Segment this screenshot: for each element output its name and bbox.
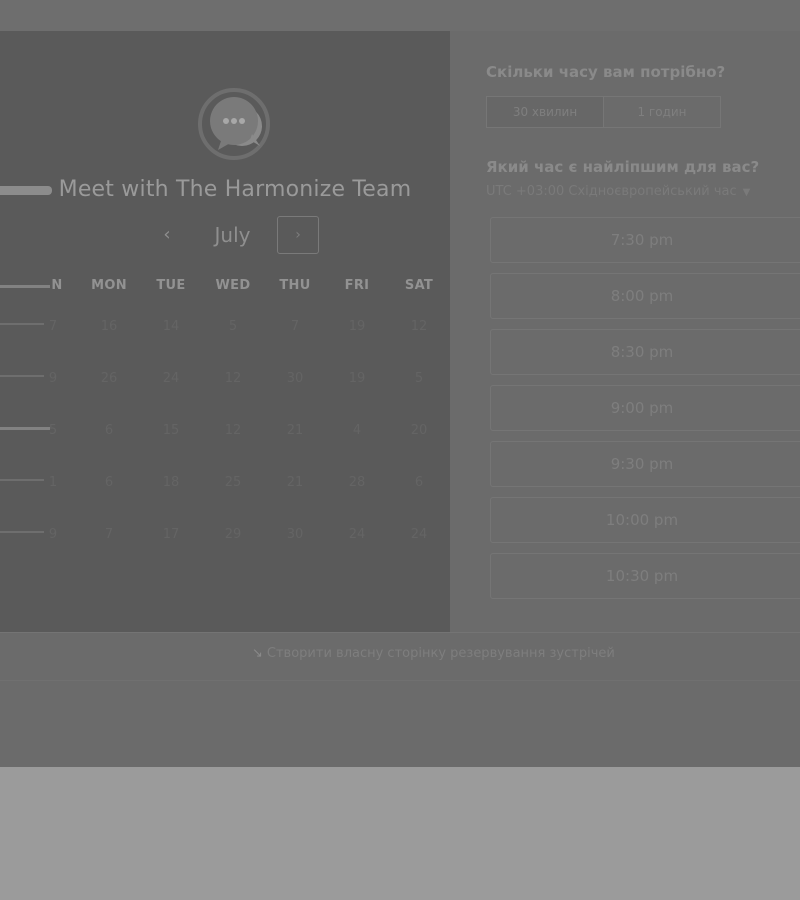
calendar-day[interactable]: 20 [389,405,449,457]
calendar-day[interactable]: 5 [389,353,449,405]
create-booking-page-link[interactable]: ↘ Створити власну сторінку резервування з… [252,646,615,661]
chevron-right-icon: › [295,227,301,243]
footer-band [0,680,800,681]
calendar-day[interactable]: 26 [79,353,139,405]
calendar-day[interactable]: 1 [23,457,83,509]
time-slot-button[interactable]: 7:30 pm [490,217,800,263]
calendar-day[interactable]: 9 [23,353,83,405]
link-arrow-icon: ↘ [252,646,263,661]
calendar-day[interactable]: 6 [79,405,139,457]
calendar-day[interactable]: 28 [327,457,387,509]
weekday-header: N MON TUE WED THU FRI SAT [0,278,450,298]
weekday-thu: THU [279,278,311,293]
calendar-day[interactable]: 15 [141,405,201,457]
time-slot-button[interactable]: 10:30 pm [490,553,800,599]
time-question: Який час є найліпшим для вас? [486,158,760,176]
calendar-day[interactable]: 7 [79,509,139,561]
weekday-sat: SAT [404,278,434,293]
time-slot-label: 10:00 pm [605,511,679,529]
calendar-day[interactable]: 16 [79,301,139,353]
top-bar [0,0,800,31]
timezone-select[interactable]: UTC +03:00 Східноєвропейський час ▼ [486,184,750,199]
calendar-day[interactable]: 24 [141,353,201,405]
calendar-day[interactable]: 12 [203,405,263,457]
calendar-day[interactable]: 5 [203,301,263,353]
footer-link-text: Створити власну сторінку резервування зу… [266,646,615,661]
calendar-day[interactable]: 5 [23,405,83,457]
calendar-day[interactable]: 18 [141,457,201,509]
time-slot-button[interactable]: 10:00 pm [490,497,800,543]
caret-down-icon: ▼ [742,187,751,198]
time-slot-button[interactable]: 9:00 pm [490,385,800,431]
calendar-panel: Meet with The Harmonize Team ‹ July › N … [0,31,450,632]
calendar-day[interactable]: 21 [265,457,325,509]
time-slot-label: 7:30 pm [610,231,674,249]
weekday-wed: WED [215,278,251,293]
weekday-mon: MON [91,278,127,293]
time-slot-button[interactable]: 9:30 pm [490,441,800,487]
calendar-day[interactable]: 12 [203,353,263,405]
calendar-day[interactable]: 25 [203,457,263,509]
prev-month-button[interactable]: ‹ [153,214,181,256]
calendar-day[interactable]: 30 [265,353,325,405]
time-slot-button[interactable]: 8:00 pm [490,273,800,319]
chat-bubble-logo-icon [192,88,272,160]
time-slot-label: 9:30 pm [610,455,674,473]
calendar-day[interactable]: 29 [203,509,263,561]
month-label: July [214,223,251,247]
duration-option-30min[interactable]: 30 хвилин [487,97,604,127]
time-selection-panel: Скільки часу вам потрібно? 30 хвилин 1 г… [450,31,800,632]
calendar-day[interactable]: 6 [79,457,139,509]
calendar-day[interactable]: 14 [141,301,201,353]
time-slot-button[interactable]: 8:30 pm [490,329,800,375]
weekday-fri: FRI [344,278,370,293]
calendar-day[interactable]: 12 [389,301,449,353]
calendar-day[interactable]: 19 [327,301,387,353]
calendar-day[interactable]: 7 [265,301,325,353]
duration-toggle: 30 хвилин 1 годин [486,96,721,128]
chevron-left-icon: ‹ [163,224,171,245]
weekday-tue: TUE [156,278,186,293]
calendar-day[interactable]: 7 [23,301,83,353]
calendar-day[interactable]: 30 [265,509,325,561]
next-month-button[interactable]: › [277,216,319,254]
time-slot-label: 10:30 pm [605,567,679,585]
calendar-day[interactable]: 24 [327,509,387,561]
duration-question: Скільки часу вам потрібно? [486,63,726,81]
calendar-day[interactable]: 21 [265,405,325,457]
booking-app: Meet with The Harmonize Team ‹ July › N … [0,0,800,767]
calendar-day[interactable]: 24 [389,509,449,561]
time-slot-label: 9:00 pm [610,399,674,417]
month-navigation: ‹ July › [0,214,450,256]
duration-option-1hour[interactable]: 1 годин [604,97,720,127]
timezone-label: UTC +03:00 Східноєвропейський час [486,184,737,199]
calendar-day[interactable]: 9 [23,509,83,561]
calendar-day[interactable]: 19 [327,353,387,405]
weekday-sun: N [51,278,63,293]
meeting-title: Meet with The Harmonize Team [58,177,412,202]
calendar-day[interactable]: 17 [141,509,201,561]
footer-divider [0,632,800,633]
title-decoration [0,186,52,195]
calendar-day[interactable]: 4 [327,405,387,457]
time-slot-label: 8:00 pm [610,287,674,305]
calendar-day[interactable]: 6 [389,457,449,509]
time-slot-label: 8:30 pm [610,343,674,361]
